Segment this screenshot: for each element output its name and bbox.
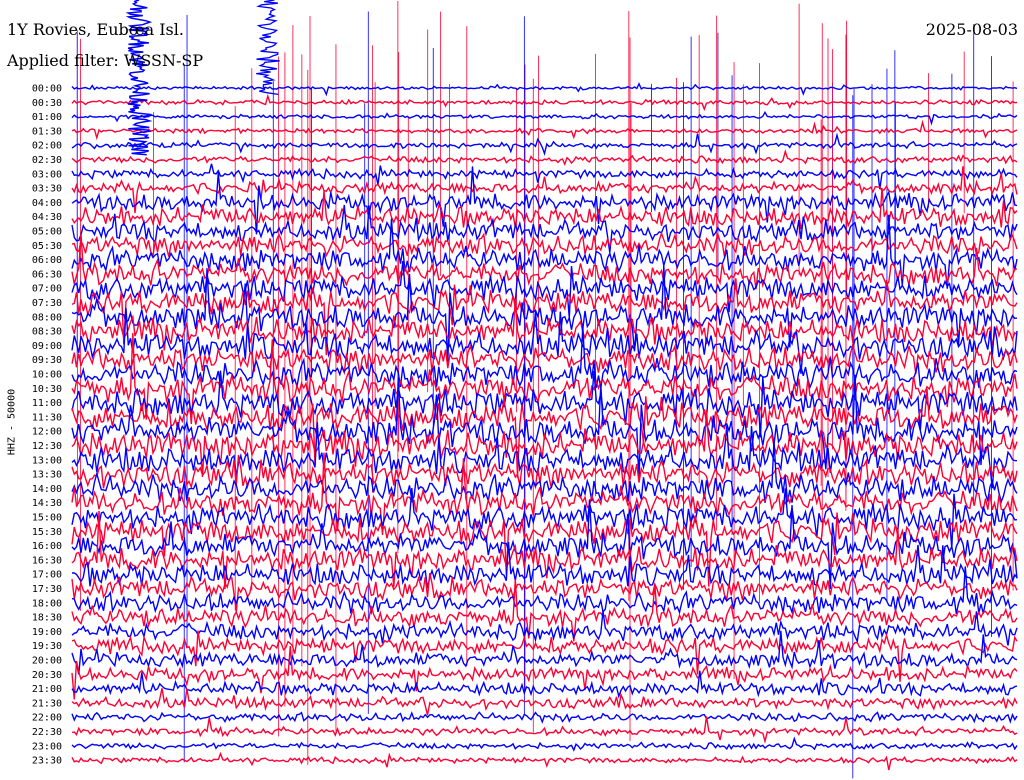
row-time-label: 14:30 xyxy=(32,498,62,509)
row-time-label: 03:00 xyxy=(32,169,62,180)
trace-row xyxy=(71,132,1018,157)
event-burst xyxy=(256,0,280,96)
row-time-label: 04:30 xyxy=(32,212,62,223)
row-time-label: 23:30 xyxy=(32,756,62,767)
trace-row xyxy=(71,326,1018,390)
row-time-label: 12:00 xyxy=(32,427,62,438)
row-time-label: 13:30 xyxy=(32,470,62,481)
row-time-label: 03:30 xyxy=(32,184,62,195)
row-time-label: 16:30 xyxy=(32,555,62,566)
row-time-label: 04:00 xyxy=(32,198,62,209)
row-time-label: 11:30 xyxy=(32,412,62,423)
trace-row xyxy=(71,265,1018,363)
row-time-label: 08:00 xyxy=(32,312,62,323)
row-time-label: 00:30 xyxy=(32,98,62,109)
channel-axis-label: HHZ - 50000 xyxy=(6,388,18,456)
row-time-label: 08:30 xyxy=(32,327,62,338)
trace-row xyxy=(71,711,1018,724)
trace-row xyxy=(71,82,1018,97)
row-time-label: 11:00 xyxy=(32,398,62,409)
row-time-label: 10:30 xyxy=(32,384,62,395)
row-time-label: 06:00 xyxy=(32,255,62,266)
trace-row xyxy=(71,751,1018,771)
row-time-label: 06:30 xyxy=(32,269,62,280)
row-time-label: 17:00 xyxy=(32,570,62,581)
row-time-label: 09:00 xyxy=(32,341,62,352)
row-time-label: 12:30 xyxy=(32,441,62,452)
trace-row xyxy=(71,716,1018,744)
trace-row xyxy=(71,670,1018,699)
row-time-label: 15:30 xyxy=(32,527,62,538)
row-time-label: 01:30 xyxy=(32,126,62,137)
row-time-label: 22:00 xyxy=(32,713,62,724)
trace-row xyxy=(71,409,1018,478)
trace-row xyxy=(71,688,1018,716)
row-time-label: 20:30 xyxy=(32,670,62,681)
trace-row xyxy=(71,119,1018,141)
row-time-label: 15:00 xyxy=(32,513,62,524)
trace-row xyxy=(71,630,1018,675)
row-time-label: 10:00 xyxy=(32,370,62,381)
row-time-label: 19:30 xyxy=(32,641,62,652)
row-time-label: 17:30 xyxy=(32,584,62,595)
row-time-label: 01:00 xyxy=(32,112,62,123)
row-time-label: 02:30 xyxy=(32,155,62,166)
row-time-label: 19:00 xyxy=(32,627,62,638)
trace-row xyxy=(71,736,1018,752)
row-time-label: 22:30 xyxy=(32,727,62,738)
row-time-label: 21:30 xyxy=(32,698,62,709)
trace-row xyxy=(71,645,1018,700)
row-time-label: 23:00 xyxy=(32,741,62,752)
row-time-label: 07:00 xyxy=(32,284,62,295)
row-time-label: 05:30 xyxy=(32,241,62,252)
helicorder-plot: 00:00 00:30 01:00 01:30 02:00 02:30 03:00 03:30… xyxy=(32,0,1018,779)
trace-row xyxy=(71,93,1018,112)
row-time-label: 14:00 xyxy=(32,484,62,495)
filter-label: Applied filter: WSSN-SP xyxy=(7,51,204,70)
row-time-label: 09:30 xyxy=(32,355,62,366)
row-time-label: 13:00 xyxy=(32,455,62,466)
row-time-label: 18:00 xyxy=(32,598,62,609)
station-title: 1Y Rovies, Eubœa Isl. xyxy=(7,20,184,39)
row-time-label: 18:30 xyxy=(32,613,62,624)
trace-row xyxy=(71,110,1018,126)
row-time-label: 05:00 xyxy=(32,227,62,238)
row-time-label: 02:00 xyxy=(32,141,62,152)
row-time-label: 20:00 xyxy=(32,656,62,667)
row-time-label: 21:00 xyxy=(32,684,62,695)
trace-row xyxy=(71,370,1018,438)
row-time-label: 16:00 xyxy=(32,541,62,552)
row-time-label: 07:30 xyxy=(32,298,62,309)
date-label: 2025-08-03 xyxy=(925,20,1018,39)
row-time-label: 00:00 xyxy=(32,84,62,95)
